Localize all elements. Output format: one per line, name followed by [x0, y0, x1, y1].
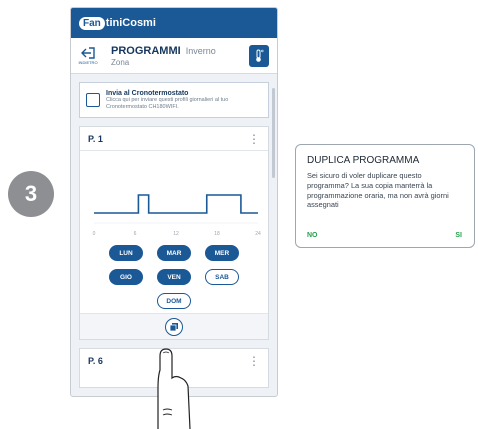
thermostat-button[interactable]	[249, 44, 269, 67]
app-top-bar: Fan tiniCosmi	[71, 8, 277, 38]
day-toggle-sab[interactable]: SAB	[205, 269, 239, 285]
x-tick-label: 0	[93, 231, 96, 237]
x-tick-label: 24	[255, 231, 261, 237]
brand-logo-badge: Fan	[79, 16, 105, 30]
duplicate-bar	[80, 313, 268, 339]
back-arrow-icon	[81, 47, 95, 59]
duplicate-program-dialog: DUPLICA PROGRAMMA Sei sicuro di voler du…	[295, 144, 475, 248]
day-toggle-lun[interactable]: LUN	[109, 245, 143, 261]
thermometer-icon	[256, 49, 264, 62]
day-selector: LUN MAR MER GIO VEN SAB DOM	[80, 245, 268, 317]
day-toggle-mer[interactable]: MER	[205, 245, 239, 261]
tapping-hand-icon	[157, 348, 191, 429]
season-mode: Inverno	[185, 45, 216, 56]
x-tick-label: 6	[134, 231, 137, 237]
program-card: P. 1 ⋮ 0 6 12 18 24 LUN MAR MER GIO VEN SAB DOM	[79, 126, 269, 340]
day-toggle-gio[interactable]: GIO	[109, 269, 143, 285]
scrollbar[interactable]	[272, 88, 275, 178]
brand-logo-text: tiniCosmi	[105, 17, 156, 29]
schedule-series-line	[94, 194, 258, 214]
phone-screen: Fan tiniCosmi INDIETRO PROGRAMMI Inverno…	[70, 7, 278, 397]
brand-logo: Fan tiniCosmi	[79, 16, 156, 30]
dialog-yes-button[interactable]: SI	[455, 232, 462, 239]
send-to-thermostat-card[interactable]: Invia al Cronotermostato Clicca qui per …	[79, 82, 269, 118]
back-label: INDIETRO	[78, 60, 98, 65]
zone-label: Zona	[111, 57, 130, 67]
x-tick-label: 18	[214, 231, 220, 237]
more-options-icon-2[interactable]: ⋮	[248, 355, 260, 367]
dialog-message: Sei sicuro di voler duplicare questo pro…	[307, 171, 449, 210]
duplicate-icon	[169, 323, 178, 332]
back-button[interactable]: INDIETRO	[71, 46, 105, 65]
step-number-badge: 3	[8, 171, 54, 217]
send-icon	[86, 93, 100, 107]
dialog-title: DUPLICA PROGRAMMA	[307, 155, 420, 166]
send-card-title: Invia al Cronotermostato	[106, 89, 189, 97]
day-toggle-dom[interactable]: DOM	[157, 293, 191, 309]
more-options-icon[interactable]: ⋮	[248, 133, 260, 145]
day-toggle-ven[interactable]: VEN	[157, 269, 191, 285]
dialog-no-button[interactable]: NO	[307, 232, 318, 239]
page-header: INDIETRO PROGRAMMI Inverno Zona	[71, 38, 277, 74]
program-name: P. 1	[88, 133, 103, 144]
page-title: PROGRAMMI	[111, 44, 181, 57]
x-tick-label: 12	[173, 231, 179, 237]
day-toggle-mar[interactable]: MAR	[157, 245, 191, 261]
program-schedule-chart: 0 6 12 18 24	[93, 194, 261, 237]
duplicate-button[interactable]	[165, 318, 183, 336]
send-card-text: Clicca qui per inviare questi profili gi…	[106, 96, 229, 110]
